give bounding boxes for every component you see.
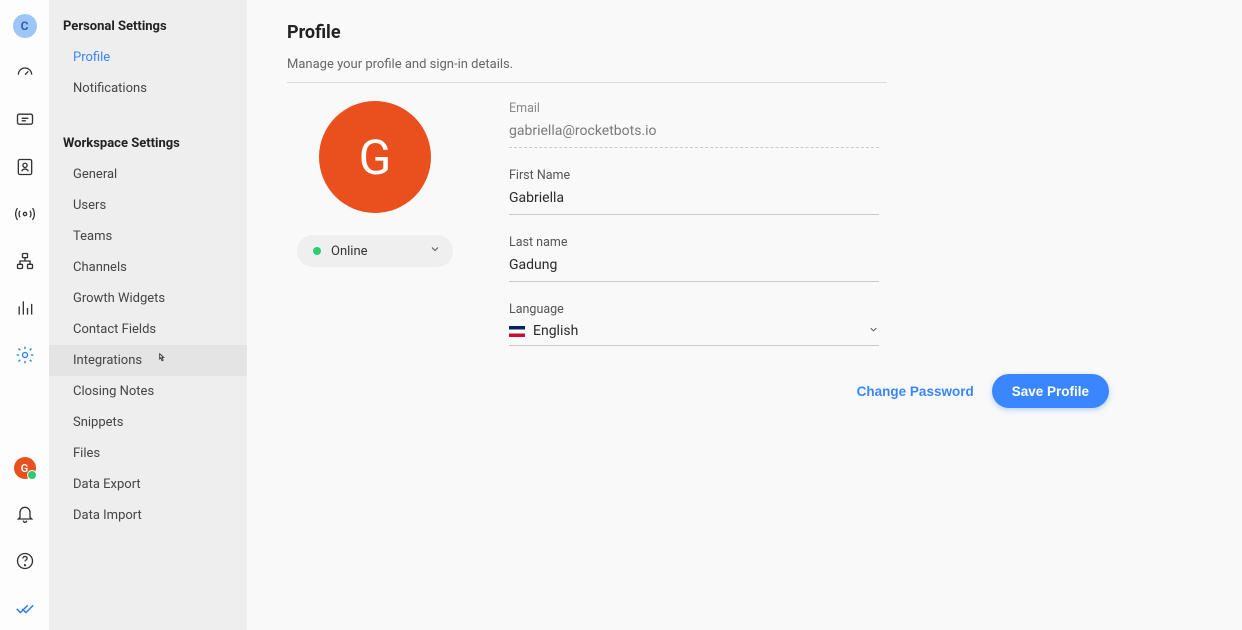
messages-icon[interactable] [13,108,37,132]
settings-sidebar: Personal Settings Profile Notifications … [49,0,247,630]
reports-icon[interactable] [13,296,37,320]
workspace-initial: C [21,19,29,33]
sidebar-item-channels[interactable]: Channels [49,252,247,283]
sidebar-item-files[interactable]: Files [49,438,247,469]
broadcast-icon[interactable] [13,202,37,226]
language-label: Language [509,302,909,317]
sidebar-item-data-import[interactable]: Data Import [49,500,247,531]
email-label: Email [509,101,909,116]
last-name-input[interactable]: Gadung [509,254,879,282]
avatar-mini-initial: G [21,462,29,475]
dashboard-icon[interactable] [13,61,37,85]
current-user-avatar[interactable]: G [14,457,36,479]
profile-form: Email gabriella@rocketbots.io First Name… [509,101,909,408]
chevron-down-icon [429,243,441,259]
change-password-button[interactable]: Change Password [857,384,974,399]
sidebar-item-integrations[interactable]: Integrations [49,345,247,376]
sidebar-item-notifications[interactable]: Notifications [49,73,247,104]
sidebar-item-growth-widgets[interactable]: Growth Widgets [49,283,247,314]
status-label: Online [331,244,368,259]
chevron-down-icon [868,324,879,338]
flag-icon [509,326,525,337]
contacts-icon[interactable] [13,155,37,179]
sidebar-item-snippets[interactable]: Snippets [49,407,247,438]
avatar-initial: G [359,129,392,186]
sidebar-item-general[interactable]: General [49,159,247,190]
first-name-input[interactable]: Gabriella [509,187,879,215]
sidebar-item-contact-fields[interactable]: Contact Fields [49,314,247,345]
language-value: English [533,323,578,339]
sidebar-item-users[interactable]: Users [49,190,247,221]
main-content: Profile Manage your profile and sign-in … [247,0,1242,630]
page-subtitle: Manage your profile and sign-in details. [287,57,1210,72]
language-select[interactable]: English [509,321,879,346]
sidebar-item-profile[interactable]: Profile [49,42,247,73]
save-profile-button[interactable]: Save Profile [992,374,1109,408]
settings-icon[interactable] [13,343,37,367]
page-title: Profile [287,22,1210,43]
avatar-column: G Online [295,101,455,408]
personal-settings-heading: Personal Settings [49,19,247,42]
status-dot-online [313,247,321,255]
workspace-settings-heading: Workspace Settings [49,136,247,159]
cursor-pointer-icon [155,351,169,371]
sidebar-item-data-export[interactable]: Data Export [49,469,247,500]
workspace-switcher[interactable]: C [13,14,37,38]
double-check-icon[interactable] [13,596,37,620]
notifications-bell-icon[interactable] [13,502,37,526]
sidebar-item-closing-notes[interactable]: Closing Notes [49,376,247,407]
last-name-label: Last name [509,235,909,250]
icon-rail: C G [0,0,49,630]
email-field: gabriella@rocketbots.io [509,120,879,148]
profile-avatar[interactable]: G [319,101,431,213]
status-dropdown[interactable]: Online [297,235,453,267]
sidebar-item-teams[interactable]: Teams [49,221,247,252]
help-icon[interactable] [13,549,37,573]
workflow-icon[interactable] [13,249,37,273]
divider [287,82,887,83]
first-name-label: First Name [509,168,909,183]
